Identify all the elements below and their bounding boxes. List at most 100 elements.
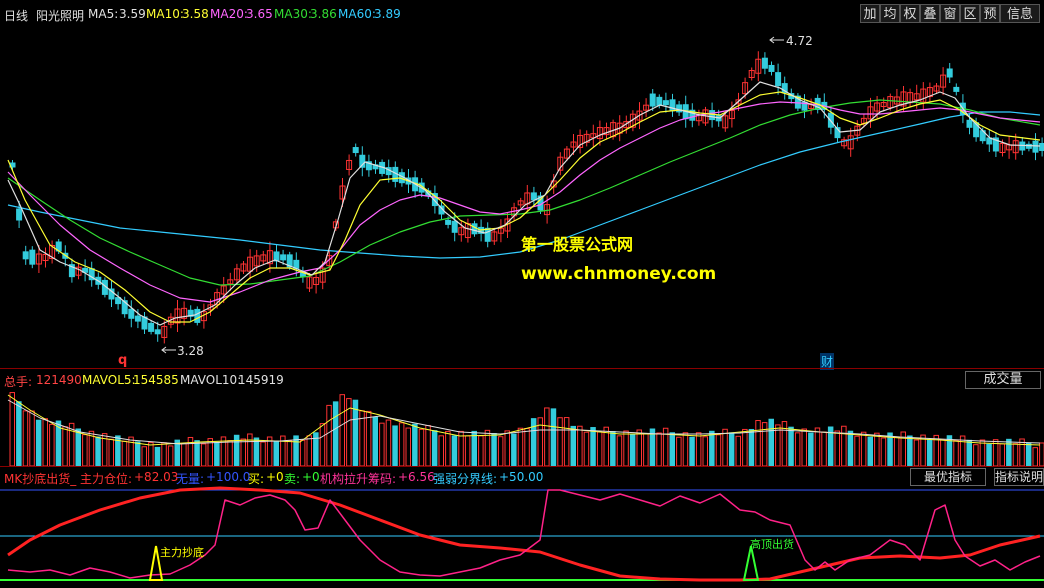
volume-bar xyxy=(623,430,629,467)
volume-bar xyxy=(742,428,748,467)
candle-body xyxy=(1025,143,1032,149)
volume-bar xyxy=(940,439,946,467)
volume-bar xyxy=(590,427,596,467)
volume-bar xyxy=(438,435,444,467)
volume-bar xyxy=(557,417,563,467)
volume-bar xyxy=(715,434,722,467)
volume-bar xyxy=(148,442,154,467)
volume-bar xyxy=(748,428,755,467)
candle-body xyxy=(656,96,663,106)
volume-bar xyxy=(728,432,735,467)
sell-label: 卖: xyxy=(284,472,301,486)
volume-bar xyxy=(491,433,497,467)
volume-bar xyxy=(722,428,728,467)
volume-bar xyxy=(550,408,557,467)
total-volume-value: 121490 xyxy=(36,373,82,387)
volume-bar xyxy=(286,439,293,467)
boundary-value: +50.00 xyxy=(499,470,544,484)
institution-label: 机构拉升筹码: xyxy=(320,472,397,486)
candle-body xyxy=(761,57,768,69)
volume-bar xyxy=(497,436,504,467)
ma30-line xyxy=(7,99,1041,286)
candle-body xyxy=(946,68,953,78)
volume-bar xyxy=(339,394,345,467)
watermark-title: 第一股票公式网 xyxy=(521,235,634,254)
volume-bar xyxy=(504,430,510,467)
best-indicator-button[interactable]: 最优指标 xyxy=(910,468,986,486)
volume-bar xyxy=(999,443,1005,467)
candle-body xyxy=(484,227,491,242)
volume-bar xyxy=(240,438,246,467)
volume-bar xyxy=(643,433,649,467)
candle-body xyxy=(280,254,287,261)
volume-bar xyxy=(128,436,134,467)
sell-signal-label: 高顶出货 xyxy=(750,538,794,551)
volume-bar xyxy=(35,419,42,467)
candle-body xyxy=(134,315,141,322)
candle-body xyxy=(662,100,669,106)
volume-bar xyxy=(794,432,801,467)
candle-body xyxy=(141,316,148,330)
volume-bar xyxy=(860,431,867,467)
volume-bar xyxy=(1006,438,1012,467)
candle-body xyxy=(445,219,452,225)
volume-bar xyxy=(154,446,161,467)
volume-bar xyxy=(478,435,484,467)
volume-bar xyxy=(649,428,656,467)
volume-bar xyxy=(544,407,550,467)
volume-bar xyxy=(814,427,821,467)
indicator-separator xyxy=(0,466,1044,467)
volume-bar xyxy=(326,404,332,467)
ma10-line xyxy=(7,91,1041,323)
volume-bar xyxy=(768,418,774,467)
volume-bar xyxy=(75,428,81,467)
volume-bar xyxy=(616,435,623,467)
indicator-title-value: +82.03 xyxy=(134,470,179,484)
volume-bar xyxy=(108,438,114,467)
volume-bar xyxy=(214,441,220,467)
volume-bar xyxy=(874,432,880,467)
kline-chart-canvas[interactable] xyxy=(0,0,1044,588)
volume-bar xyxy=(134,441,141,467)
volume-bar xyxy=(689,436,695,467)
volume-bar xyxy=(563,417,570,467)
volume-bar xyxy=(319,423,326,467)
candle-body xyxy=(29,249,36,265)
volume-bar xyxy=(709,430,715,467)
volume-bar xyxy=(524,427,530,467)
institution-line-pink xyxy=(7,489,1041,579)
noflow-label: 无量: xyxy=(176,472,205,486)
volume-indicator-button[interactable]: 成交量 xyxy=(965,371,1041,389)
indicator-help-button[interactable]: 指标说明 xyxy=(994,468,1044,486)
volume-bar xyxy=(49,423,55,467)
volume-bar xyxy=(986,443,992,467)
volume-bar xyxy=(379,422,385,467)
event-marker-q[interactable]: q xyxy=(118,353,127,368)
volume-bar xyxy=(412,423,418,467)
volume-bar xyxy=(253,437,260,467)
volume-bar xyxy=(62,426,68,467)
candle-body xyxy=(22,251,29,260)
mavol5-label: MAVOL5: xyxy=(82,373,136,387)
volume-bar xyxy=(29,410,35,467)
high-price-label: 4.72 xyxy=(786,34,813,48)
candle-body xyxy=(154,329,161,335)
volume-bar xyxy=(636,429,642,467)
volume-bar xyxy=(702,436,708,467)
volume-bar xyxy=(471,430,477,467)
volume-bar xyxy=(181,442,187,467)
volume-bar xyxy=(405,427,411,467)
volume-bar xyxy=(464,435,471,467)
candle-body xyxy=(352,147,359,154)
volume-bar xyxy=(570,425,576,467)
volume-bar xyxy=(293,435,299,467)
volume-bar xyxy=(695,432,702,467)
volume-bar xyxy=(372,416,378,467)
boundary-label: 强弱分界线: xyxy=(433,472,498,486)
sell-value: +0 xyxy=(302,470,320,484)
volume-bar xyxy=(979,439,986,467)
volume-bar xyxy=(200,443,207,467)
volume-bar xyxy=(1039,442,1044,467)
watermark-url: www.chnmoney.com xyxy=(521,264,717,284)
volume-bar xyxy=(880,437,887,467)
